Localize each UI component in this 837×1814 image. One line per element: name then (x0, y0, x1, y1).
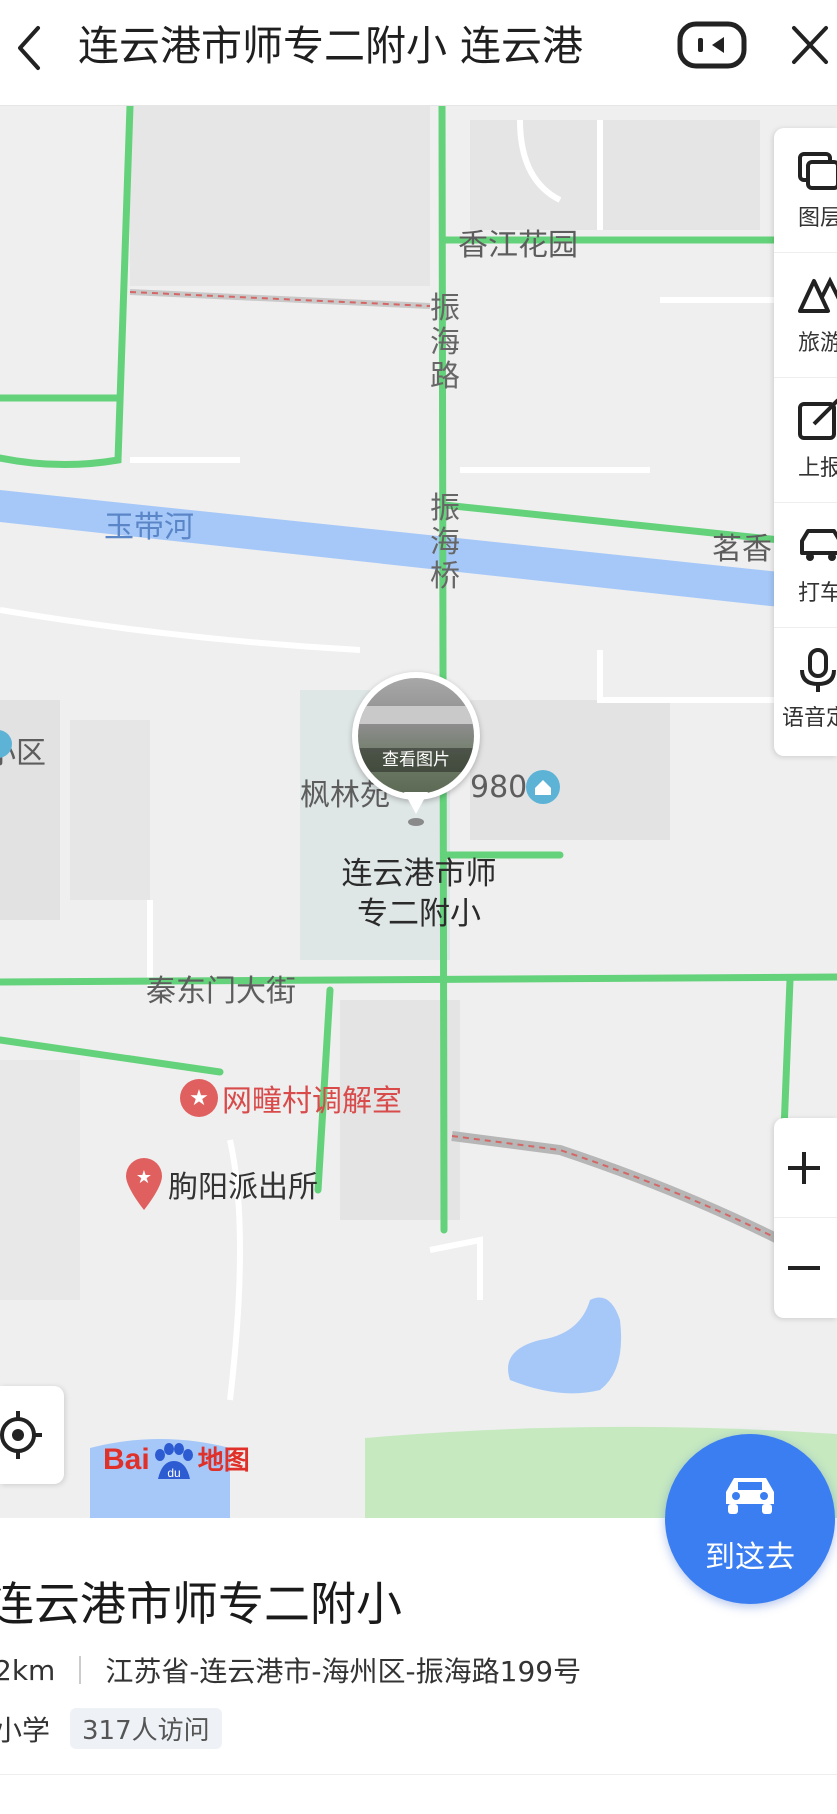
zoom-in-button[interactable] (774, 1118, 837, 1218)
poi-police-station[interactable]: ★ 朐阳派出所 (124, 1156, 318, 1212)
tool-report-label: 上报 (798, 456, 837, 481)
location-photo-pin[interactable]: 查看图片 (352, 672, 480, 830)
minus-icon (788, 1266, 820, 1270)
mini-program-icon (677, 21, 747, 69)
travel-icon (798, 276, 837, 313)
mini-program-button[interactable] (676, 18, 748, 74)
pin-location-name: 连云港市师专二附小 (341, 856, 497, 932)
pin-shadow (408, 818, 424, 826)
place-name: 连云港市师专二附小 (0, 1577, 402, 1631)
logo-du: du (167, 1466, 180, 1480)
back-button[interactable] (8, 18, 52, 78)
label-zhenhai-road: 振海路 (430, 291, 460, 394)
tool-layers[interactable]: 图层 (774, 128, 837, 253)
place-meta: 2km 江苏省-连云港市-海州区-振海路199号 (0, 1650, 581, 1690)
car-icon (726, 1478, 774, 1514)
tool-voice[interactable]: 语音定 (774, 628, 837, 753)
visit-count-badge: 317人访问 (70, 1708, 222, 1749)
report-icon (798, 398, 837, 440)
location-photo: 查看图片 (358, 678, 474, 794)
microphone-icon (800, 648, 836, 692)
label-qindongmen-street: 秦东门大街 (146, 974, 296, 1009)
poi-police-label: 朐阳派出所 (168, 1170, 318, 1205)
svg-text:★: ★ (136, 1167, 152, 1188)
locate-button[interactable] (0, 1386, 64, 1484)
tool-travel-label: 旅游 (798, 331, 837, 356)
go-here-label: 到这去 (705, 1540, 795, 1575)
zoom-out-button[interactable] (774, 1218, 837, 1318)
place-address: 江苏省-连云港市-海州区-振海路199号 (105, 1655, 582, 1688)
place-tags: 小学 317人访问 (0, 1708, 222, 1749)
go-here-button[interactable]: 到这去 (665, 1434, 835, 1604)
paw-icon: du (152, 1443, 196, 1480)
baidu-map-logo: Bai du 地图 (103, 1440, 250, 1480)
view-photo-caption: 查看图片 (358, 748, 474, 772)
meta-separator (79, 1656, 82, 1684)
poi-mediation-room[interactable]: ★ 网疃村调解室 (180, 1076, 402, 1120)
place-category: 小学 (0, 1713, 51, 1747)
label-yudai-river: 玉带河 (104, 510, 194, 545)
map-tools-panel: 图层 旅游 上报 打车 语音定 (774, 128, 837, 756)
poi-mediation-label: 网疃村调解室 (222, 1084, 402, 1119)
photo-detail (358, 706, 474, 724)
place-distance: 2km (0, 1653, 56, 1687)
photo-frame: 查看图片 (352, 672, 480, 800)
close-icon (792, 26, 828, 64)
tool-taxi[interactable]: 打车 (774, 503, 837, 628)
zoom-control (774, 1118, 837, 1318)
chevron-left-icon (18, 26, 40, 70)
page-title: 连云港市师专二附小 连云港 (78, 22, 584, 70)
star-pin-icon: ★ (180, 1079, 218, 1117)
map-view[interactable]: 香江花园 振海路 振海桥 玉带河 茗香 小区 枫林苑 980 秦东门大街 ★ 网… (0, 106, 837, 1518)
locate-icon (0, 1411, 42, 1459)
layers-icon (798, 152, 837, 190)
top-bar: 连云港市师专二附小 连云港 (0, 0, 837, 106)
logo-bai: Bai (103, 1443, 150, 1476)
label-zhenhai-bridge: 振海桥 (430, 491, 460, 594)
label-xiangjiang-garden: 香江花园 (458, 228, 578, 263)
logo-ditu: 地图 (197, 1446, 250, 1476)
tool-travel[interactable]: 旅游 (774, 253, 837, 378)
label-mingxiang: 茗香 (712, 532, 772, 567)
tool-taxi-label: 打车 (798, 581, 837, 606)
plus-icon (788, 1152, 820, 1184)
taxi-icon (800, 529, 837, 561)
divider (0, 1774, 837, 1775)
residential-icon (526, 770, 560, 804)
map-marker-icon: ★ (126, 1158, 162, 1210)
tool-voice-label: 语音定 (782, 706, 837, 731)
tool-report[interactable]: 上报 (774, 378, 837, 503)
tool-layers-label: 图层 (798, 206, 837, 231)
pin-tail (404, 792, 428, 814)
close-button[interactable] (786, 18, 837, 74)
